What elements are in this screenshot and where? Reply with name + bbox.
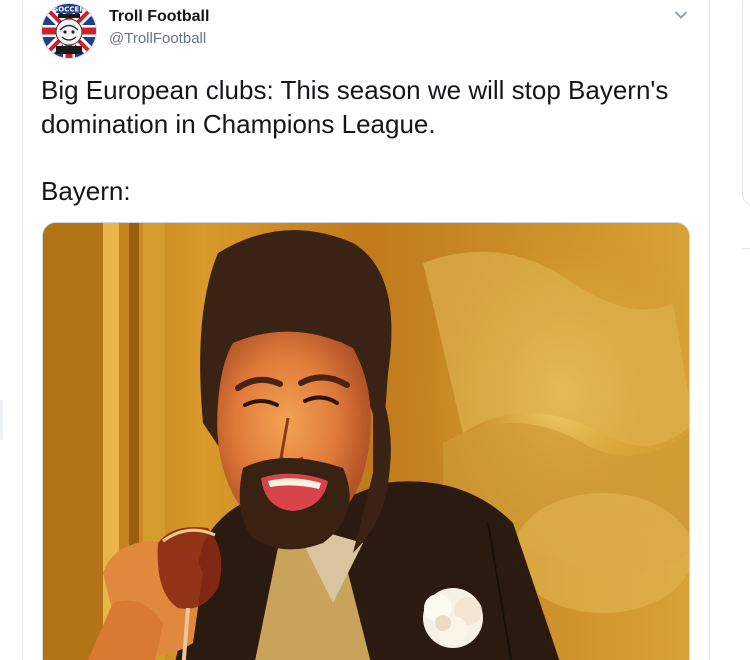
tweet-reply-line: Bayern: [41, 176, 131, 206]
laughing-man-photo-icon [43, 223, 689, 660]
left-edge-strip [0, 400, 3, 440]
right-sidebar-card [742, 0, 750, 206]
tweet-text: Big European clubs: This season we will … [41, 73, 696, 208]
tweet-media-image[interactable] [42, 222, 690, 660]
tweet-page: SOCCER Troll Football @TrollFootball Big… [0, 0, 750, 660]
right-sidebar-divider [742, 248, 750, 249]
union-jack-logo-icon: SOCCER [42, 4, 96, 58]
avatar[interactable]: SOCCER [41, 3, 97, 59]
avatar-text: SOCCER [53, 6, 85, 14]
tweet-text-line: domination in Champions League. [41, 109, 436, 139]
author-handle[interactable]: @TrollFootball [109, 30, 206, 47]
author-name[interactable]: Troll Football [109, 8, 209, 26]
chevron-down-icon[interactable] [672, 6, 690, 24]
tweet-text-line: Big European clubs: This season we will … [41, 75, 669, 105]
